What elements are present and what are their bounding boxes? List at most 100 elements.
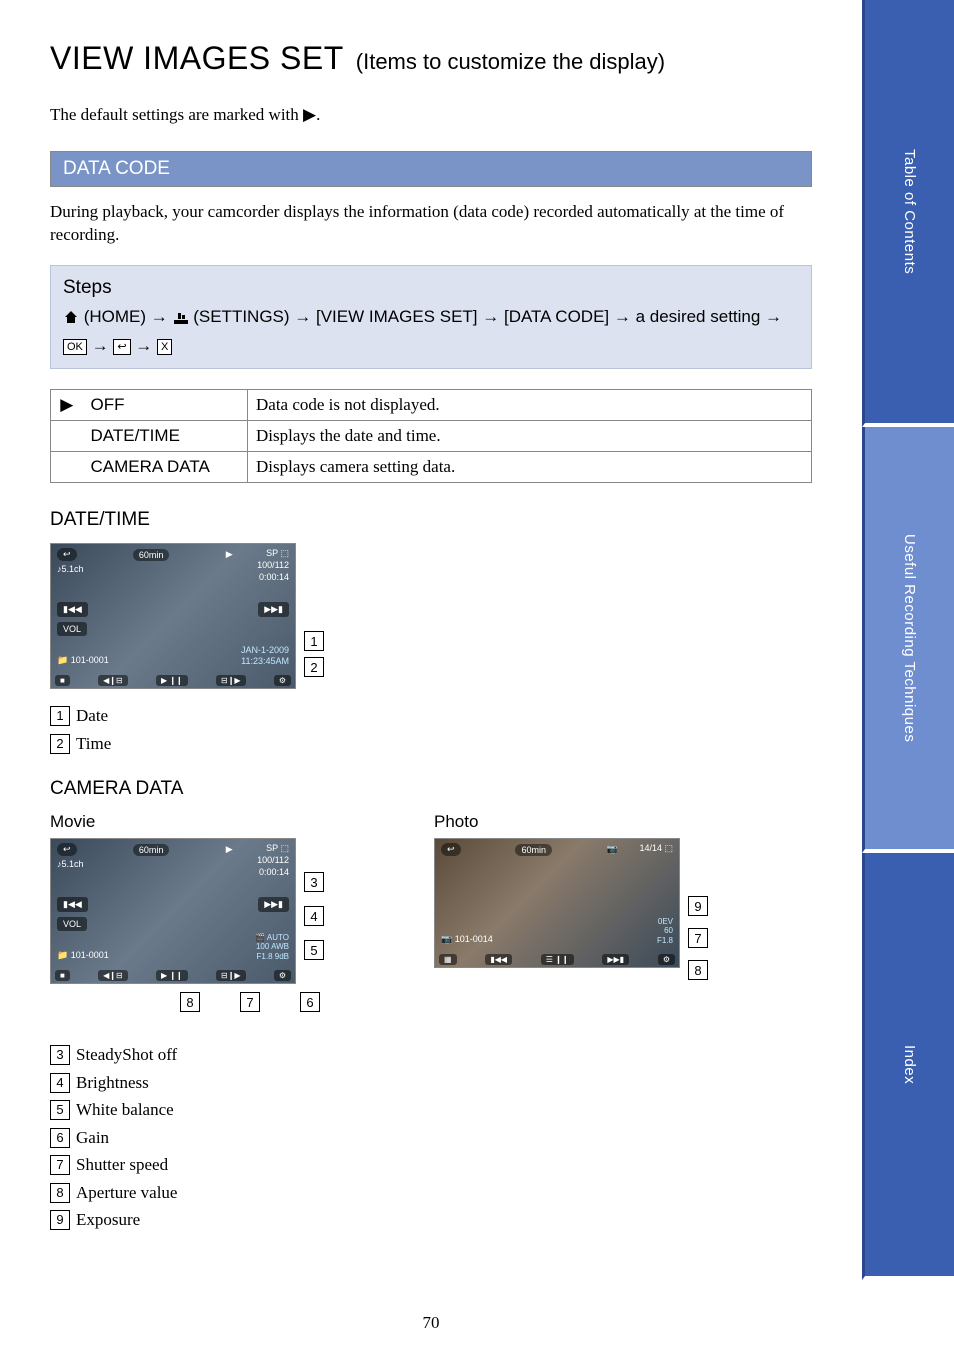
default-marker: ▶ — [51, 390, 83, 421]
page-content: VIEW IMAGES SET (Items to customize the … — [0, 0, 862, 1233]
option-desc: Data code is not displayed. — [248, 390, 812, 421]
prev-icon: ▮◀◀ — [57, 897, 88, 912]
movie-column: Movie ↩ 60min ▶ SP ⬚ 100/112 0:00:14 ♪5.… — [50, 812, 324, 1032]
options-icon: ⚙ — [658, 954, 675, 965]
audio-indicator: ♪5.1ch — [57, 564, 84, 574]
callout-7: 7 — [240, 992, 260, 1012]
folder-indicator: 📁 101-0001 — [57, 950, 109, 961]
slideshow-icon: ☰ ❙❙ — [541, 954, 574, 965]
folder-indicator: 📁 101-0001 — [57, 655, 109, 666]
folder-indicator: 📷 101-0014 — [441, 934, 493, 945]
return-key: ↩ — [113, 339, 130, 355]
steps-box: Steps (HOME) → (SETTINGS) → [VIEW IMAGES… — [50, 265, 812, 370]
next-icon: ▶▶▮ — [602, 954, 629, 965]
option-desc: Displays camera setting data. — [248, 452, 812, 483]
callout-1: 1 — [304, 631, 324, 651]
datetime-screenshot: ↩ 60min ▶ SP ⬚ 100/112 0:00:14 ♪5.1ch ▮◀… — [50, 543, 296, 689]
ff-icon: ⊟❙▶ — [216, 675, 246, 686]
next-icon: ▶▶▮ — [258, 602, 289, 617]
steps-line: (HOME) → (SETTINGS) → [VIEW IMAGES SET] … — [63, 304, 799, 358]
next-icon: ▶▶▮ — [258, 897, 289, 912]
playpause-icon: ▶ ❙❙ — [156, 970, 188, 981]
callout-8: 8 — [688, 960, 708, 980]
option-row-datetime: DATE/TIME Displays the date and time. — [51, 421, 812, 452]
battery-indicator: 60min — [133, 844, 170, 856]
count-indicator: 14/14 ⬚ — [639, 843, 673, 855]
callout-9: 9 — [688, 896, 708, 916]
datetime-heading: DATE/TIME — [50, 509, 812, 531]
back-icon: ↩ — [57, 548, 77, 561]
option-row-cameradata: CAMERA DATA Displays camera setting data… — [51, 452, 812, 483]
side-tabs: Table of Contents Useful Recording Techn… — [862, 0, 954, 1280]
sp-indicator: SP ⬚ — [257, 843, 289, 855]
overlay-line: F1.8 — [657, 936, 673, 946]
photo-mode-icon: 📷 — [607, 844, 618, 855]
elapsed-indicator: 0:00:14 — [257, 572, 289, 584]
time-overlay: 11:23:45AM — [241, 656, 289, 667]
play-icon: ▶ — [226, 549, 233, 560]
overlay-line: 60 — [657, 926, 673, 936]
page-subtitle: (Items to customize the display) — [356, 49, 665, 75]
option-name: OFF — [83, 390, 248, 421]
callout-8: 8 — [180, 992, 200, 1012]
close-key: X — [157, 339, 172, 355]
overlay-line: 🎬 AUTO — [255, 933, 289, 943]
count-indicator: 100/112 — [257, 560, 289, 572]
audio-indicator: ♪5.1ch — [57, 859, 84, 869]
overlay-line: 100 AWB — [255, 942, 289, 952]
cameradata-legend: 3SteadyShot off 4Brightness 5White balan… — [50, 1042, 812, 1233]
playpause-icon: ▶ ❙❙ — [156, 675, 188, 686]
page-number: 70 — [0, 1313, 862, 1333]
movie-screenshot: ↩ 60min ▶ SP ⬚ 100/112 0:00:14 ♪5.1ch ▮◀… — [50, 838, 296, 984]
section-description: During playback, your camcorder displays… — [50, 201, 812, 247]
stop-icon: ■ — [55, 970, 70, 981]
overlay-line: 0EV — [657, 917, 673, 927]
ok-key: OK — [63, 339, 87, 355]
options-icon: ⚙ — [274, 970, 291, 981]
callout-2: 2 — [304, 657, 324, 677]
page-title: VIEW IMAGES SET — [50, 40, 344, 77]
tab-index[interactable]: Index — [862, 853, 954, 1280]
option-desc: Displays the date and time. — [248, 421, 812, 452]
battery-indicator: 60min — [133, 549, 170, 561]
settings-icon — [173, 307, 189, 333]
callout-6: 6 — [300, 992, 320, 1012]
prev-icon: ▮◀◀ — [57, 602, 88, 617]
callout-3: 3 — [304, 872, 324, 892]
section-heading-bar: DATA CODE — [50, 151, 812, 187]
stop-icon: ■ — [55, 675, 70, 686]
photo-screenshot: ↩ 60min 📷 14/14 ⬚ 📷 101-0014 0EV 60 F1.8 — [434, 838, 680, 968]
tab-techniques[interactable]: Useful Recording Techniques — [862, 427, 954, 854]
movie-label: Movie — [50, 812, 324, 832]
date-overlay: JAN-1-2009 — [241, 645, 289, 656]
callout-7: 7 — [688, 928, 708, 948]
battery-indicator: 60min — [515, 844, 552, 856]
prev-icon: ▮◀◀ — [485, 954, 512, 965]
datetime-figure: ↩ 60min ▶ SP ⬚ 100/112 0:00:14 ♪5.1ch ▮◀… — [50, 543, 812, 689]
intro-text: The default settings are marked with ▶. — [50, 105, 812, 125]
elapsed-indicator: 0:00:14 — [257, 867, 289, 879]
datetime-legend: 1Date 2Time — [50, 703, 812, 756]
count-indicator: 100/112 — [257, 855, 289, 867]
tab-toc[interactable]: Table of Contents — [862, 0, 954, 427]
back-icon: ↩ — [57, 843, 77, 856]
overlay-line: F1.8 9dB — [255, 952, 289, 962]
callout-5: 5 — [304, 940, 324, 960]
home-icon — [63, 307, 79, 333]
rew-icon: ◀❙⊟ — [98, 675, 128, 686]
page-title-row: VIEW IMAGES SET (Items to customize the … — [50, 40, 812, 77]
sp-indicator: SP ⬚ — [257, 548, 289, 560]
back-icon: ↩ — [441, 843, 461, 856]
volume-button: VOL — [57, 917, 87, 931]
play-icon: ▶ — [226, 844, 233, 855]
steps-label: Steps — [63, 274, 799, 303]
option-row-off: ▶ OFF Data code is not displayed. — [51, 390, 812, 421]
option-name: DATE/TIME — [83, 421, 248, 452]
ff-icon: ⊟❙▶ — [216, 970, 246, 981]
options-table: ▶ OFF Data code is not displayed. DATE/T… — [50, 389, 812, 483]
option-name: CAMERA DATA — [83, 452, 248, 483]
photo-column: Photo ↩ 60min 📷 14/14 ⬚ 📷 101-0014 0EV — [434, 812, 708, 1032]
options-icon: ⚙ — [274, 675, 291, 686]
callout-4: 4 — [304, 906, 324, 926]
rew-icon: ◀❙⊟ — [98, 970, 128, 981]
